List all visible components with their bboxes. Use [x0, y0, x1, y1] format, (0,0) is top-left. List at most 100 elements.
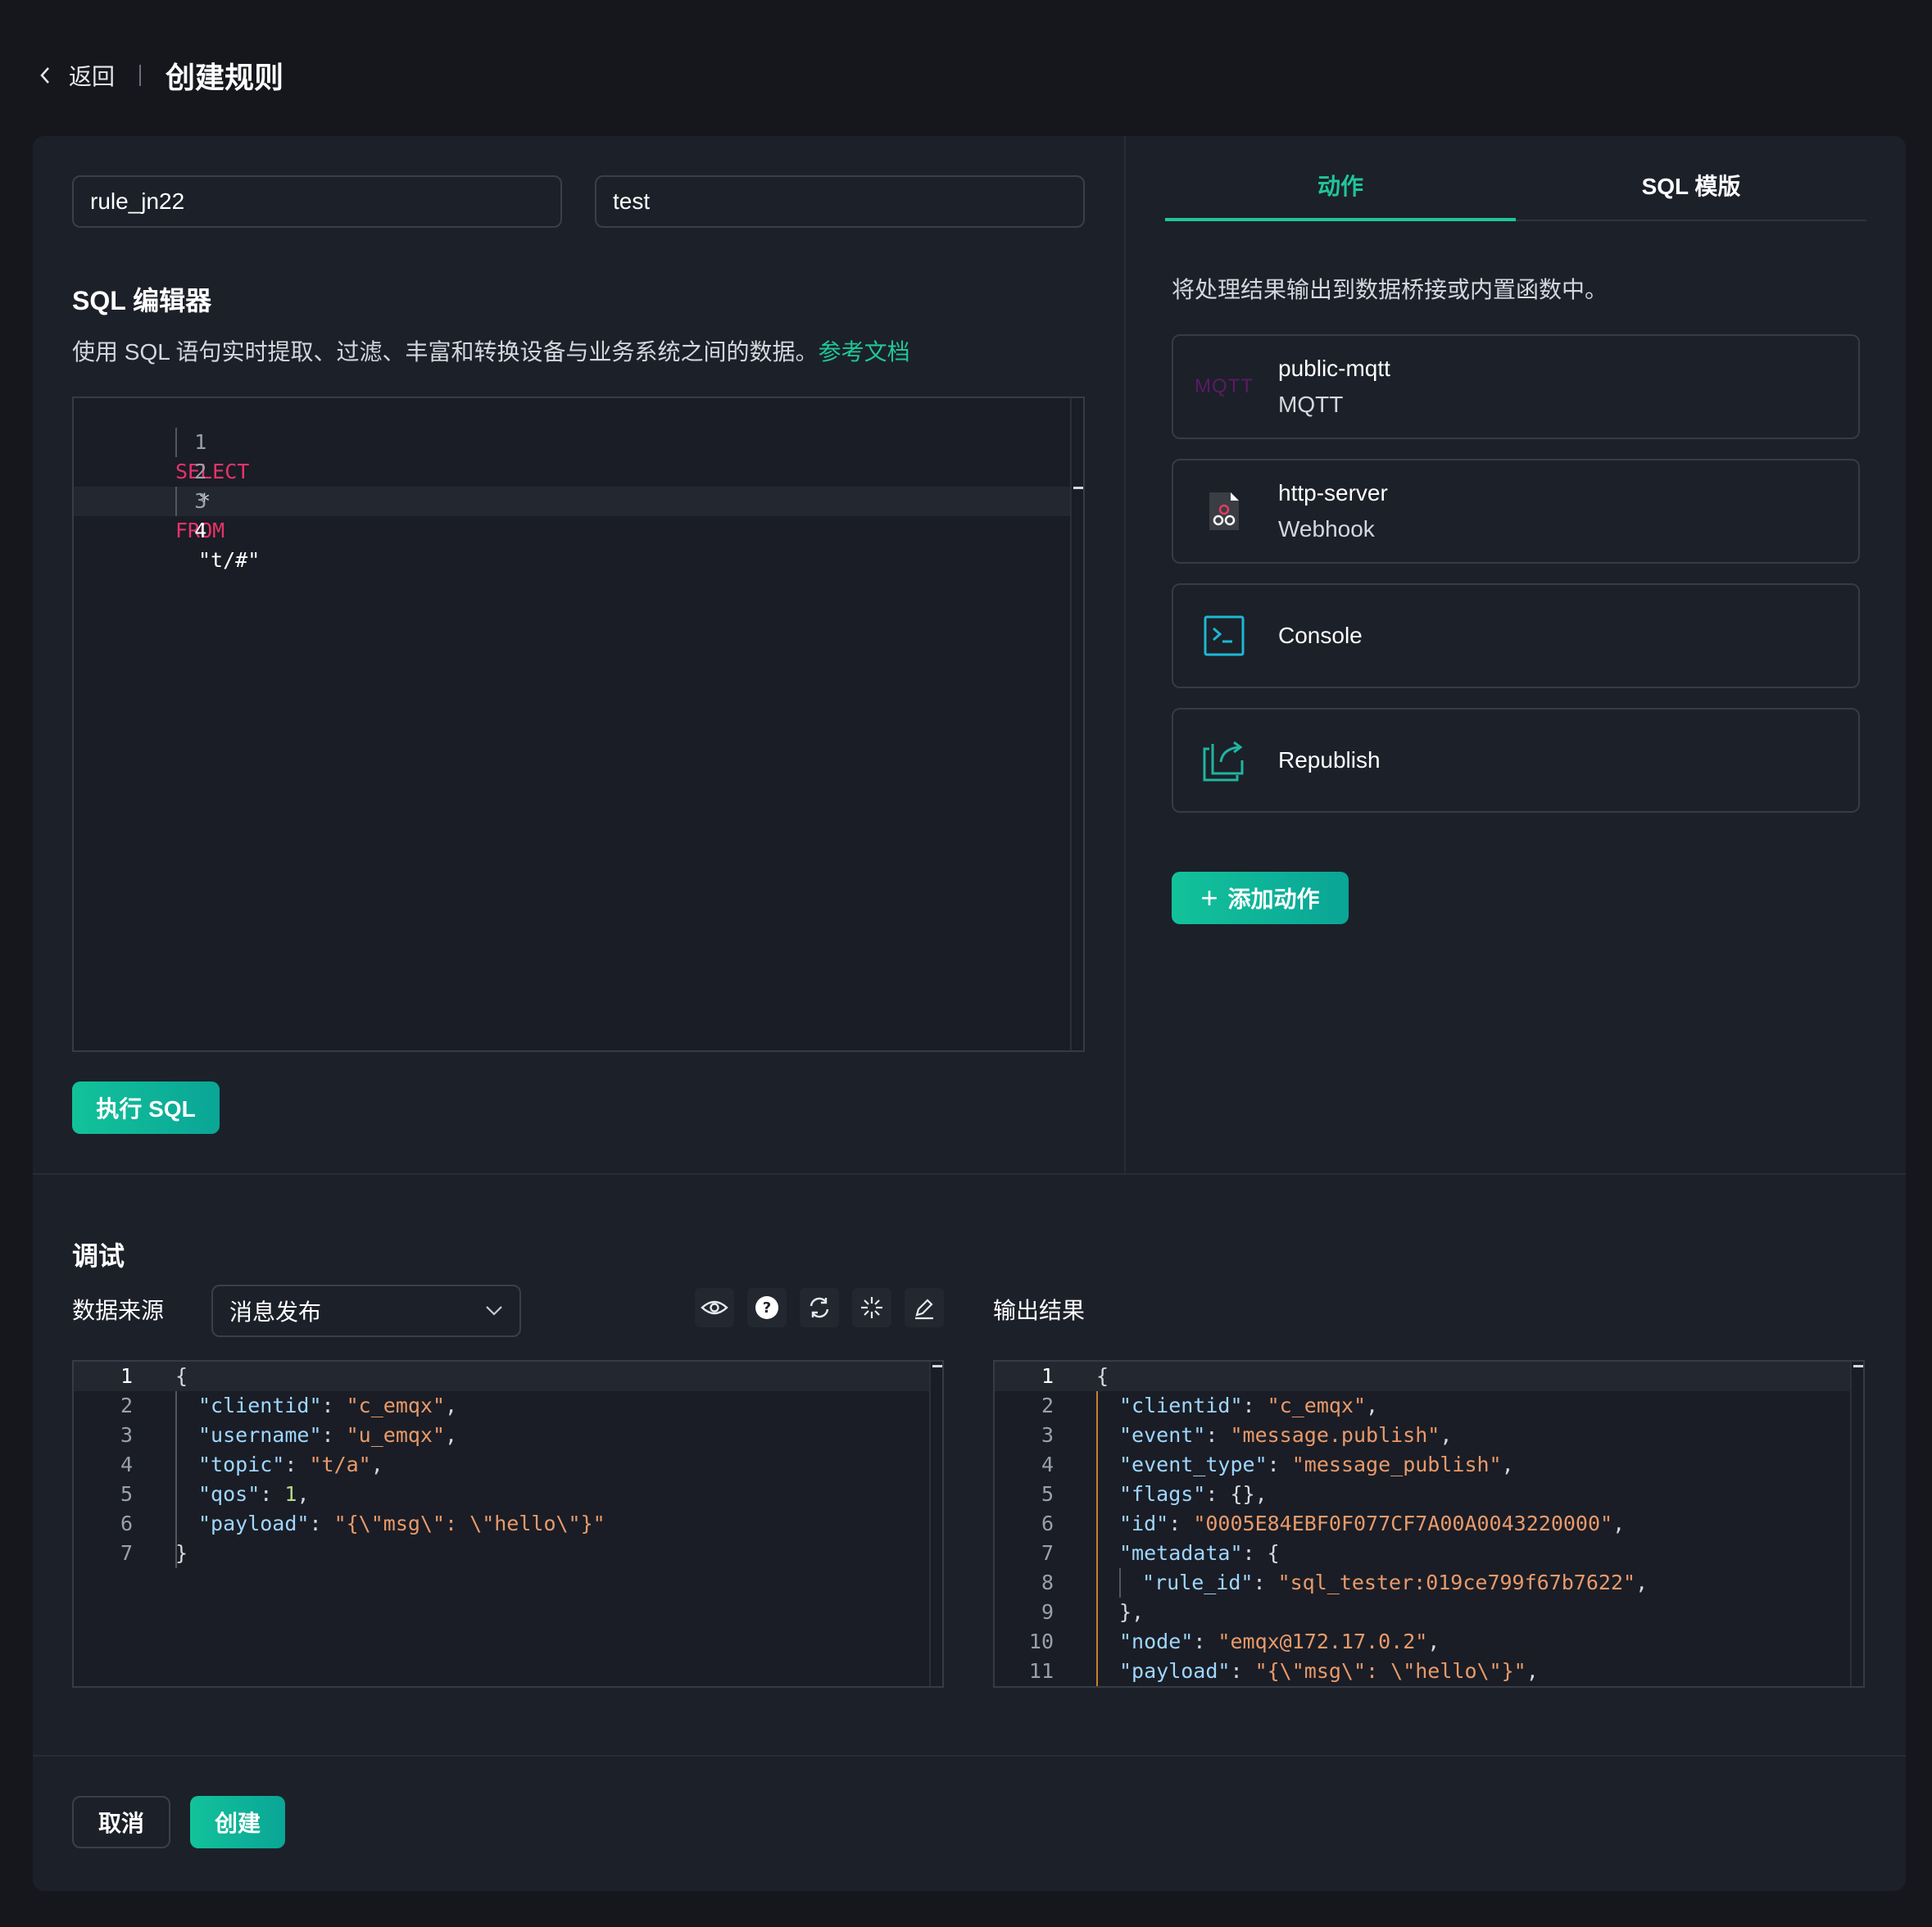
json-comma: , [1440, 1423, 1453, 1447]
json-value: "{\"msg\": \"hello\"}" [1254, 1659, 1526, 1683]
tab-active-indicator [1165, 218, 1516, 221]
scroll-marker [932, 1365, 942, 1367]
line-number: 4 [1041, 1453, 1054, 1476]
run-sql-button[interactable]: 执行 SQL [72, 1081, 220, 1134]
line-number: 8 [1041, 1571, 1054, 1594]
action-name: http-server [1278, 480, 1388, 506]
code-text: "id": "0005E84EBF0F077CF7A00A0043220000"… [1119, 1509, 1625, 1539]
code-text: "clientid": "c_emqx", [198, 1391, 457, 1421]
rule-description-input[interactable]: test [595, 175, 1085, 228]
editor-scrollbar[interactable] [1850, 1362, 1852, 1686]
json-comma: , [445, 1394, 458, 1417]
editor-scrollbar[interactable] [1070, 398, 1072, 1050]
code-text: "clientid": "c_emqx", [1119, 1391, 1378, 1421]
cancel-button[interactable]: 取消 [72, 1796, 170, 1848]
json-value: {} [1230, 1482, 1255, 1506]
json-key: "qos" [198, 1482, 261, 1506]
line-number: 3 [120, 1423, 133, 1447]
section-divider [33, 1173, 1906, 1175]
sparkle-icon[interactable] [852, 1288, 891, 1327]
code-text: "event": "message.publish", [1119, 1421, 1452, 1450]
indent-guide [1096, 1391, 1098, 1686]
output-label: 输出结果 [993, 1298, 1086, 1323]
line-number: 6 [120, 1512, 133, 1535]
output-json-editor[interactable]: 1 {2 "clientid": "c_emqx", 3 "event": "messa… [993, 1360, 1865, 1688]
data-source-select[interactable]: 消息发布 [211, 1285, 521, 1337]
code-text: "payload": "{\"msg\": \"hello\"}", [1119, 1657, 1539, 1686]
code-line: 4 "t/#" [74, 487, 260, 572]
json-key: "payload" [198, 1512, 310, 1535]
json-comma: , [1427, 1630, 1440, 1653]
svg-text:?: ? [763, 1299, 771, 1317]
line-number: 2 [1041, 1394, 1054, 1417]
line-number: 10 [1028, 1630, 1054, 1653]
line-number: 1 [194, 430, 207, 454]
line-number: 5 [120, 1482, 133, 1506]
data-source-label: 数据来源 [72, 1298, 165, 1323]
action-name: Console [1278, 623, 1363, 648]
doc-link[interactable]: 参考文档 [819, 339, 910, 365]
action-card-http-server[interactable]: http-server Webhook [1172, 459, 1860, 564]
json-punctuation: { [175, 1364, 188, 1388]
json-colon: : [321, 1394, 347, 1417]
header-divider [139, 65, 142, 86]
json-key: "event" [1119, 1423, 1206, 1447]
editor-scrollbar[interactable] [929, 1362, 931, 1686]
line-number: 1 [120, 1364, 133, 1388]
json-key: "metadata" [1119, 1541, 1243, 1565]
code-text: "event_type": "message_publish", [1119, 1450, 1514, 1480]
sql-code-editor[interactable]: 1 SELECT 2 * 3 FROM 4 "t/#" [72, 397, 1085, 1052]
help-icon[interactable]: ? [747, 1288, 787, 1327]
code-text: "t/#" [198, 548, 261, 572]
json-value: "{\"msg\": \"hello\"}" [333, 1512, 605, 1535]
action-card-console[interactable]: Console [1172, 583, 1860, 688]
scroll-marker [1073, 487, 1083, 489]
tab-sql-template[interactable]: SQL 模版 [1516, 169, 1866, 221]
code-text: "flags": {}, [1119, 1480, 1268, 1509]
json-value: "message_publish" [1291, 1453, 1502, 1476]
code-text: } [175, 1539, 188, 1568]
add-action-label: 添加动作 [1227, 886, 1320, 912]
line-number: 4 [120, 1453, 133, 1476]
code-text: "topic": "t/a", [198, 1450, 383, 1480]
json-colon: : [260, 1482, 285, 1506]
input-json-editor[interactable]: 1 {2 "clientid": "c_emqx", 3 "username": "u_… [72, 1360, 944, 1688]
json-colon: : [1253, 1571, 1278, 1594]
rule-card: rule_jn22 test SQL 编辑器 使用 SQL 语句实时提取、过滤、… [33, 136, 1906, 1891]
actions-description: 将处理结果输出到数据桥接或内置函数中。 [1172, 277, 1608, 302]
add-action-button[interactable]: + 添加动作 [1172, 872, 1349, 924]
action-card-republish[interactable]: Republish [1172, 708, 1860, 813]
json-key: "node" [1119, 1630, 1194, 1653]
tab-actions[interactable]: 动作 [1165, 169, 1516, 221]
create-button[interactable]: 创建 [190, 1796, 285, 1848]
json-punctuation: } [175, 1541, 188, 1565]
json-value: 1 [284, 1482, 297, 1506]
edit-icon[interactable] [905, 1288, 944, 1327]
code-text: "metadata": { [1119, 1539, 1280, 1568]
json-value: { [1267, 1541, 1280, 1565]
refresh-icon[interactable] [800, 1288, 839, 1327]
json-value: "0005E84EBF0F077CF7A00A0043220000" [1193, 1512, 1613, 1535]
eye-icon[interactable] [695, 1288, 734, 1327]
json-colon: : [1242, 1394, 1268, 1417]
json-key: "event_type" [1119, 1453, 1268, 1476]
line-number: 6 [1041, 1512, 1054, 1535]
json-value: "c_emqx" [346, 1394, 446, 1417]
json-colon: : [321, 1423, 347, 1447]
line-number: 7 [120, 1541, 133, 1565]
code-text: { [175, 1362, 188, 1391]
page-title: 创建规则 [166, 61, 284, 94]
action-card-public-mqtt[interactable]: MQTT public-mqtt MQTT [1172, 334, 1860, 439]
sql-editor-description: 使用 SQL 语句实时提取、过滤、丰富和转换设备与业务系统之间的数据。参考文档 [72, 334, 910, 367]
json-key: "clientid" [198, 1394, 322, 1417]
json-value: "emqx@172.17.0.2" [1218, 1630, 1428, 1653]
rule-id-input[interactable]: rule_jn22 [72, 175, 562, 228]
json-comma: , [297, 1482, 310, 1506]
line-number: 5 [1041, 1482, 1054, 1506]
json-key: "username" [198, 1423, 322, 1447]
line-number: 3 [194, 489, 207, 513]
chevron-left-icon[interactable] [33, 63, 57, 88]
json-colon: : [284, 1453, 310, 1476]
chevron-down-icon [486, 1306, 502, 1316]
back-link[interactable]: 返回 [69, 59, 115, 92]
